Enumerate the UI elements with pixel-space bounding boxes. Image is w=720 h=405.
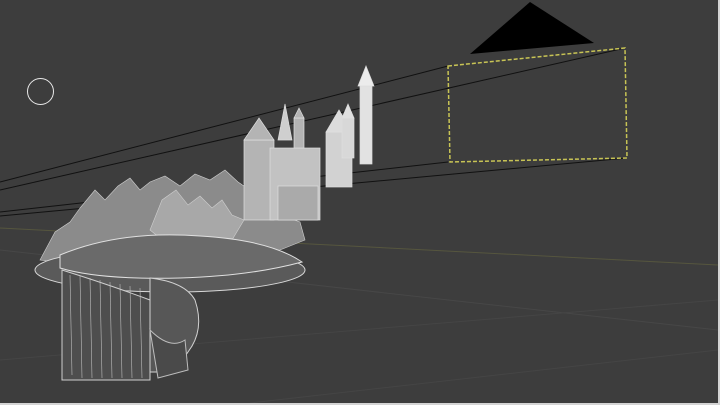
scene-canvas <box>0 2 718 403</box>
castle-sketch[interactable] <box>243 65 375 221</box>
camera-up-triangle[interactable] <box>470 2 594 54</box>
camera-frame[interactable] <box>447 47 628 163</box>
portrait-sketch[interactable] <box>34 234 306 381</box>
3d-viewport[interactable] <box>0 0 720 405</box>
brush-cursor-ring <box>27 78 54 105</box>
